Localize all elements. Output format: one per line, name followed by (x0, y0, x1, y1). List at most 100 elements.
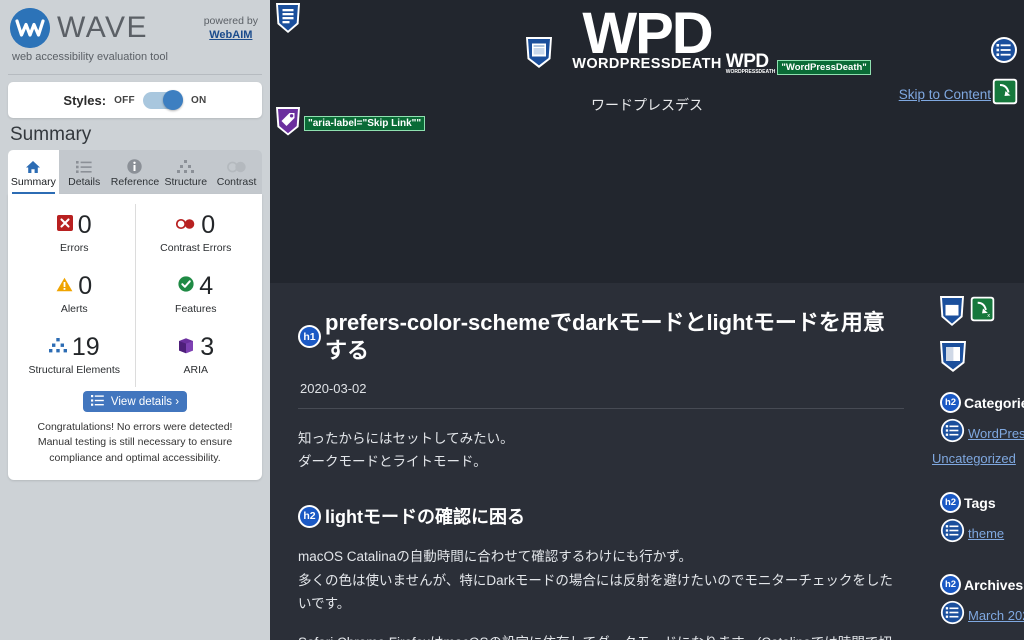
layout-element-icon[interactable] (938, 295, 966, 332)
stat-errors-label: Errors (59, 242, 89, 254)
powered-by-label: powered by (203, 15, 258, 27)
svg-text:x: x (987, 313, 990, 319)
list-icon (76, 159, 92, 174)
widget-heading: Categories (964, 394, 1024, 411)
tab-structure[interactable]: Structure (160, 150, 211, 194)
image-element-icon[interactable] (524, 36, 554, 74)
styles-label: Styles: (63, 92, 107, 108)
styles-toggle-switch[interactable] (142, 90, 183, 110)
stat-alerts[interactable]: 0 Alerts (14, 265, 135, 326)
stat-errors[interactable]: 0 Errors (14, 204, 135, 265)
view-details-label: View details › (110, 395, 180, 408)
post-subheading: lightモードの確認に困る (325, 507, 525, 528)
tab-details[interactable]: Details (59, 150, 110, 194)
stat-grid: 0 Errors 0 Contrast Errors 0 Alerts 4 Fe… (14, 204, 257, 388)
sidebar-link-march-2020[interactable]: March 2020 (968, 608, 1024, 623)
widget-list-row: WordPress (940, 418, 1024, 448)
post-paragraph-intro: 知ったからにはセットしてみたい。 ダークモードとライトモード。 (298, 431, 514, 470)
h2-badge-icon: h2 (298, 504, 321, 528)
feature-icon (178, 276, 194, 297)
wave-extension-panel: WAVE powered by WebAIM web accessibility… (0, 0, 270, 640)
list-icon[interactable] (940, 600, 965, 630)
logo-alt-annotation: WPD WORDPRESSDEATH "WordPressDeath" (725, 52, 871, 76)
sidebar-icon-row-2 (932, 340, 1024, 378)
h2-badge-icon: h2 (940, 392, 961, 413)
site-logo-block: WPD WORDPRESSDEATH WPD WORDPRESSDEATH "W… (270, 0, 1024, 115)
webpage-preview: Skip to Content "aria-label="Skip Link""… (270, 0, 1024, 640)
site-logo-japanese: ワードプレスデス (591, 97, 703, 114)
widget-list-row: March 2020 (940, 600, 1024, 630)
aria-icon (177, 337, 195, 359)
post-title-row: h1 prefers-color-schemeでdarkモードとlightモード… (298, 309, 904, 364)
styles-off-label: OFF (114, 94, 135, 106)
wave-tab-bar: Summary Details Reference Structure Cont… (8, 150, 262, 194)
stat-errors-count: 0 (77, 211, 92, 239)
aria-label-badge: "aria-label="Skip Link"" (304, 116, 426, 131)
tab-summary-label: Summary (10, 176, 56, 188)
tab-reference[interactable]: Reference (110, 150, 161, 194)
wave-tagline: web accessibility evaluation tool (12, 51, 168, 63)
sidebar-link-theme[interactable]: theme (968, 526, 1004, 541)
post-paragraph-2: Safari,Chrome,FirefoxはmacOSの設定に依存してダークモー… (298, 631, 904, 640)
site-logo-sub: WORDPRESSDEATH (572, 56, 722, 73)
details-list-icon (90, 394, 104, 409)
content-area: h1 prefers-color-schemeでdarkモードとlightモード… (270, 283, 1024, 640)
header-divider (8, 74, 262, 75)
summary-heading: Summary (10, 124, 92, 145)
structure-icon (177, 159, 195, 174)
widget-heading-row: h2 Categories (940, 392, 1024, 413)
sidebar-link-wordpress[interactable]: WordPress (968, 426, 1024, 441)
post-date: 2020-03-02 (300, 381, 367, 396)
stat-structural-count: 19 (71, 333, 100, 362)
powered-by: powered by WebAIM (204, 14, 258, 43)
widget-heading: Tags (964, 494, 996, 511)
stat-features-label: Features (175, 303, 217, 316)
stat-contrast-errors-count: 0 (201, 211, 216, 239)
stat-features[interactable]: 4 Features (136, 265, 257, 326)
list-icon[interactable] (940, 418, 965, 448)
view-details-button[interactable]: View details › (83, 391, 187, 413)
post-divider (298, 408, 904, 409)
styles-on-label: ON (190, 94, 207, 106)
contrast-error-icon (176, 217, 196, 235)
widget-heading: Archives (964, 576, 1024, 593)
summary-results-card: 0 Errors 0 Contrast Errors 0 Alerts 4 Fe… (8, 194, 262, 480)
tab-structure-label: Structure (164, 176, 208, 188)
tab-details-label: Details (68, 176, 101, 188)
alert-icon (56, 277, 73, 297)
error-icon (56, 215, 73, 236)
aside-element-icon[interactable] (938, 340, 968, 378)
sidebar-link-uncategorized[interactable]: Uncategorized (932, 451, 1024, 466)
stat-features-count: 4 (199, 272, 214, 301)
page-title: prefers-color-schemeでdarkモードとlightモードを用意… (325, 310, 885, 363)
stat-contrast-errors[interactable]: 0 Contrast Errors (136, 204, 257, 265)
home-icon (25, 159, 41, 174)
stat-contrast-errors-label: Contrast Errors (160, 242, 232, 254)
stat-alerts-count: 0 (78, 272, 93, 301)
sidebar-icon-row-1: x (932, 295, 1024, 332)
webaim-link[interactable]: WebAIM (209, 29, 252, 41)
logo-alt-sub: WORDPRESSDEATH (725, 69, 776, 76)
tab-contrast[interactable]: Contrast (211, 150, 262, 194)
site-logo-main: WPD (582, 1, 713, 66)
widget-heading-row: h2 Tags (940, 492, 1024, 513)
site-header: Skip to Content "aria-label="Skip Link""… (270, 0, 1024, 283)
wave-panel-header: WAVE powered by WebAIM web accessibility… (0, 0, 270, 69)
styles-toggle-card: Styles: OFF ON (8, 82, 262, 118)
tab-summary[interactable]: Summary (8, 150, 59, 194)
tab-reference-label: Reference (110, 176, 160, 188)
stat-aria[interactable]: 3 ARIA (136, 326, 257, 387)
wave-logo-icon (10, 8, 50, 48)
list-icon[interactable] (940, 518, 965, 548)
logo-alt-badge: "WordPressDeath" (777, 60, 871, 76)
skip-link-icon[interactable]: x (970, 296, 995, 327)
tab-contrast-label: Contrast (216, 176, 257, 188)
post-paragraph-1: macOS Catalinaの自動時間に合わせて確認するわけにも行かず。 多くの… (298, 549, 893, 611)
stat-aria-count: 3 (200, 333, 215, 362)
info-icon (127, 159, 143, 174)
stat-structural-elements[interactable]: 19 Structural Elements (14, 326, 135, 387)
stat-aria-label: ARIA (183, 364, 208, 377)
contrast-icon (226, 159, 247, 174)
post-h2-row: h2 lightモードの確認に困る (298, 503, 904, 529)
